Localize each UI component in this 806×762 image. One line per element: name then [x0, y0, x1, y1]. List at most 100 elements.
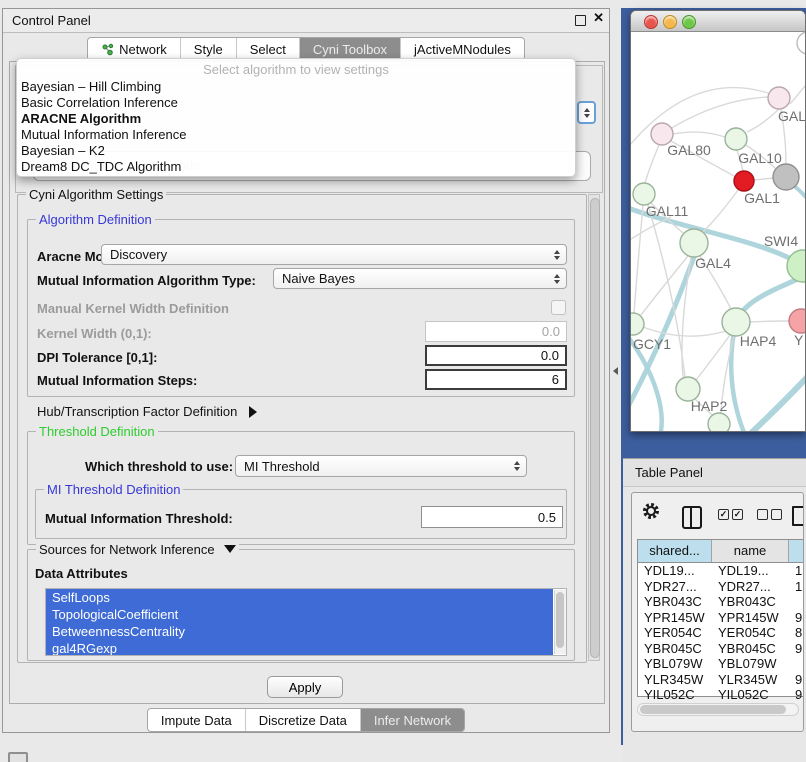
settings-scrollbar[interactable]	[588, 194, 600, 661]
data-attribute-item[interactable]: gal4RGexp	[46, 640, 553, 656]
mi-algorithm-type-combobox[interactable]: Naive Bayes	[273, 268, 567, 289]
tab-label: jActiveMNodules	[414, 42, 511, 57]
tab-infer-network[interactable]: Infer Network	[360, 709, 464, 731]
tab-impute-data[interactable]: Impute Data	[148, 709, 245, 731]
network-edge[interactable]	[643, 327, 726, 336]
network-edge[interactable]	[790, 81, 806, 104]
algorithm-option[interactable]: Bayesian – K2	[17, 143, 575, 159]
checked-checkbox-icon[interactable]: ✓	[732, 509, 743, 520]
network-edge[interactable]	[696, 335, 730, 380]
minimize-window-icon[interactable]	[663, 15, 677, 29]
tab-discretize-data[interactable]: Discretize Data	[245, 709, 360, 731]
table-row[interactable]: YDL19... YDL19... 13	[638, 563, 804, 579]
network-edge[interactable]	[747, 109, 779, 132]
dpi-tolerance-input[interactable]: 0.0	[425, 345, 567, 366]
tab-cyni-toolbox[interactable]: Cyni Toolbox	[299, 38, 400, 60]
float-window-icon[interactable]	[575, 15, 586, 26]
network-node-label: GAL11	[646, 203, 689, 219]
checked-checkbox-icon[interactable]: ✓	[718, 509, 729, 520]
data-attribute-item[interactable]: SelfLoops	[46, 589, 553, 606]
table-row[interactable]: YPR145W YPR145W 9.	[638, 610, 804, 626]
tab-select[interactable]: Select	[236, 38, 299, 60]
close-icon[interactable]: ✕	[593, 10, 604, 26]
table-horizontal-scrollbar[interactable]	[637, 703, 799, 716]
tab-style[interactable]: Style	[180, 38, 236, 60]
algorithm-option-label: Mutual Information Inference	[21, 127, 186, 142]
table-row[interactable]: YBR043C YBR043C	[638, 594, 804, 610]
network-edge[interactable]	[634, 205, 643, 313]
data-attribute-item[interactable]: BetweennessCentrality	[46, 623, 553, 640]
network-icon	[101, 43, 114, 56]
manual-kernel-width-checkbox[interactable]	[551, 300, 566, 315]
algorithm-definition-title: Algorithm Definition	[36, 212, 155, 227]
sources-group-title[interactable]: Sources for Network Inference	[36, 542, 239, 557]
table-row[interactable]: YBR045C YBR045C 9.	[638, 641, 804, 657]
table-row[interactable]: YIL052C YIL052C 9	[638, 687, 804, 703]
network-node[interactable]	[787, 250, 806, 282]
network-edge[interactable]	[645, 145, 659, 183]
table-row[interactable]: YER054C YER054C 8.	[638, 625, 804, 641]
kernel-width-input[interactable]: 0.0	[425, 321, 567, 342]
tab-network[interactable]: Network	[88, 38, 180, 60]
table-row[interactable]: YBL079W YBL079W	[638, 656, 804, 672]
attributes-scrollbar[interactable]	[554, 590, 566, 654]
hub-definition-toggle[interactable]: Hub/Transcription Factor Definition	[37, 404, 257, 419]
split-columns-icon[interactable]	[682, 506, 702, 529]
table-row[interactable]: YDR27... YDR27... 12	[638, 579, 804, 595]
corner-widget[interactable]	[8, 752, 28, 762]
panel-collapse-arrow-icon[interactable]	[613, 367, 618, 375]
column-header-partial[interactable]: A	[789, 540, 804, 562]
network-node[interactable]	[722, 308, 750, 336]
mi-steps-input[interactable]: 6	[425, 369, 567, 390]
algorithm-combo-spinner[interactable]	[577, 101, 596, 124]
unchecked-checkbox-icon[interactable]	[771, 509, 782, 520]
attributes-scrollbar-thumb[interactable]	[556, 592, 564, 648]
table-scrollbar-thumb[interactable]	[640, 705, 786, 714]
network-node[interactable]	[708, 413, 730, 432]
network-edge[interactable]	[749, 373, 806, 432]
network-edge[interactable]	[750, 321, 789, 322]
document-icon[interactable]	[792, 506, 804, 526]
network-edge[interactable]	[673, 132, 725, 137]
network-node[interactable]	[773, 164, 799, 190]
network-window-titlebar[interactable]	[631, 11, 805, 32]
network-node[interactable]	[768, 87, 790, 109]
close-window-icon[interactable]	[644, 15, 658, 29]
network-node[interactable]	[680, 229, 708, 257]
table-row[interactable]: YLR345W YLR345W 9.	[638, 672, 804, 688]
algorithm-option[interactable]: Mutual Information Inference	[17, 127, 575, 143]
mi-algorithm-type-label: Mutual Information Algorithm Type:	[37, 273, 256, 288]
apply-button[interactable]: Apply	[267, 676, 343, 698]
table-subpanel: ✓ ✓ shared... name A YDL19... YDL19...	[631, 492, 804, 732]
tab-jactivemnodules[interactable]: jActiveMNodules	[400, 38, 524, 60]
threshold-definition-title: Threshold Definition	[36, 424, 158, 439]
network-edge[interactable]	[703, 190, 738, 232]
algorithm-option[interactable]: ARACNE Algorithm	[17, 111, 575, 127]
unchecked-checkbox-icon[interactable]	[757, 509, 768, 520]
network-node[interactable]	[725, 128, 747, 150]
aracne-mode-value: Discovery	[110, 247, 167, 262]
algorithm-option[interactable]: Basic Correlation Inference	[17, 95, 575, 111]
algorithm-option[interactable]: Dream8 DC_TDC Algorithm	[17, 159, 575, 175]
column-header-shared-name[interactable]: shared...	[638, 540, 712, 562]
aracne-mode-combobox[interactable]: Discovery	[101, 244, 567, 265]
algorithm-option-label: Basic Correlation Inference	[21, 95, 178, 110]
gear-icon[interactable]	[642, 502, 660, 520]
network-node[interactable]	[797, 32, 806, 54]
zoom-window-icon[interactable]	[682, 15, 696, 29]
tab-label: Style	[194, 42, 223, 57]
network-node[interactable]	[789, 309, 806, 333]
column-header-name[interactable]: name	[712, 540, 789, 562]
network-node[interactable]	[633, 183, 655, 205]
which-threshold-combobox[interactable]: MI Threshold	[235, 455, 527, 477]
settings-scrollbar-thumb[interactable]	[590, 198, 600, 658]
network-node[interactable]	[734, 171, 754, 191]
algorithm-option[interactable]: Bayesian – Hill Climbing	[17, 79, 575, 95]
data-attribute-item[interactable]: TopologicalCoefficient	[46, 606, 553, 623]
network-canvas[interactable]: GALGAL80GAL10GAL1GAL11SWI4GAL4GCY1HAP4YH…	[631, 31, 806, 432]
cell-value: 8.	[789, 625, 804, 641]
network-edge[interactable]	[754, 178, 773, 180]
mi-threshold-input[interactable]: 0.5	[421, 506, 563, 528]
network-node[interactable]	[631, 313, 644, 335]
network-node-label: GAL4	[695, 255, 731, 271]
